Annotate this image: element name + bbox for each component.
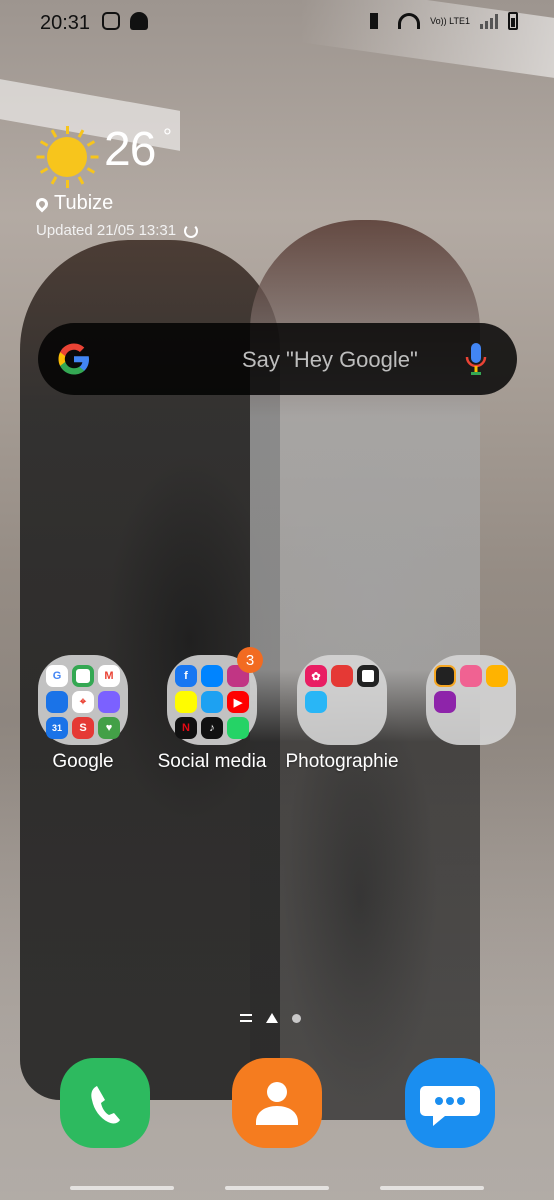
temperature-unit: ° xyxy=(163,124,172,149)
s-app-icon: S xyxy=(72,717,94,739)
calendar-app-icon: 31 xyxy=(46,717,68,739)
messages-app[interactable] xyxy=(405,1058,495,1148)
page-list-icon[interactable] xyxy=(240,1014,252,1022)
wifi-icon xyxy=(398,13,421,29)
system-status-icons: Vo)) LTE1 xyxy=(370,12,518,30)
weather-updated: Updated 21/05 13:31 xyxy=(36,222,199,239)
folder-social-media[interactable]: f ▶ N ♪ 3 Social media xyxy=(158,647,266,772)
battery-icon xyxy=(508,12,518,30)
search-placeholder: Say "Hey Google" xyxy=(242,347,418,372)
lens-app-icon xyxy=(357,665,379,687)
mic-icon[interactable] xyxy=(462,341,490,379)
network-type-label: Vo)) LTE1 xyxy=(430,15,470,26)
flower-app-icon: ✿ xyxy=(305,665,327,687)
status-time: 20:31 xyxy=(40,12,91,34)
viber-app-icon xyxy=(98,691,120,713)
weather-location: Tubize xyxy=(33,192,114,215)
folder-photographie[interactable]: ✿ Photographie xyxy=(285,655,399,772)
game-app-icon xyxy=(434,665,456,687)
refresh-icon[interactable] xyxy=(184,223,199,238)
messages-icon xyxy=(420,1086,480,1126)
folder-icon-games xyxy=(426,655,516,745)
puzzle-app-icon xyxy=(460,665,482,687)
updated-text: Updated 21/05 13:31 xyxy=(36,222,177,239)
folder-label: Google xyxy=(52,751,114,772)
status-bar: 20:31 Vo)) LTE1 xyxy=(0,0,554,46)
maps-app-icon: ⌖ xyxy=(72,691,94,713)
contacts-icon xyxy=(256,1082,298,1125)
snapchat-notification-icon xyxy=(130,12,148,30)
signal-icon xyxy=(480,13,498,29)
butterfly-app-icon xyxy=(305,691,327,713)
contacts-app[interactable] xyxy=(232,1058,322,1148)
page-indicator[interactable] xyxy=(240,1013,301,1023)
instagram-notification-icon xyxy=(102,12,120,30)
snapchat-app-icon xyxy=(175,691,197,713)
subway-app-icon xyxy=(486,665,508,687)
youtube-app-icon: ▶ xyxy=(227,691,249,713)
gmail-app-icon: M xyxy=(98,665,120,687)
tiktok-app-icon: ♪ xyxy=(201,717,223,739)
notification-icons xyxy=(102,12,148,30)
folder-label: Social media xyxy=(157,751,267,772)
messenger-app-icon xyxy=(201,665,223,687)
notification-badge: 3 xyxy=(237,647,263,673)
snake-app-icon xyxy=(434,691,456,713)
folder-google[interactable]: G M ⌖ 31 S ♥ Google xyxy=(38,655,128,772)
nav-hint-left xyxy=(70,1186,174,1190)
folder-label: Photographie xyxy=(285,751,399,772)
temperature: 26 xyxy=(104,123,156,176)
outlook-app-icon xyxy=(46,691,68,713)
google-app-icon: G xyxy=(46,665,68,687)
sun-icon xyxy=(36,126,99,188)
netflix-app-icon: N xyxy=(175,717,197,739)
folder-icon-google: G M ⌖ 31 S ♥ xyxy=(38,655,128,745)
location-pin-icon xyxy=(33,195,51,212)
mute-icon xyxy=(370,13,388,29)
folder-icon-photographie: ✿ xyxy=(297,655,387,745)
location-name: Tubize xyxy=(54,192,114,214)
page-dot[interactable] xyxy=(292,1013,301,1023)
nav-hint-center xyxy=(225,1186,329,1190)
google-logo-icon xyxy=(58,343,89,375)
phone-icon xyxy=(91,1086,120,1124)
nav-hint-right xyxy=(380,1186,484,1190)
health-app-icon: ♥ xyxy=(98,717,120,739)
twitter-app-icon xyxy=(201,691,223,713)
camera-app-icon xyxy=(331,665,353,687)
folder-games[interactable] xyxy=(426,655,516,745)
home-page-icon[interactable] xyxy=(266,1013,278,1023)
phone-app[interactable] xyxy=(60,1058,150,1148)
chrome-app-icon xyxy=(72,665,94,687)
whatsapp-app-icon xyxy=(227,717,249,739)
google-search-bar[interactable]: Say "Hey Google" xyxy=(38,323,517,395)
facebook-app-icon: f xyxy=(175,665,197,687)
